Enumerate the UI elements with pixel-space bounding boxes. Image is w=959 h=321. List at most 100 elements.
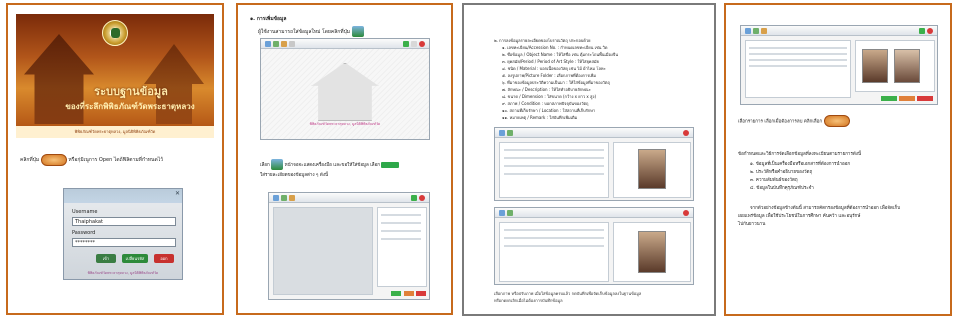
list-item: ๙. สภาพ / Condition : บอกสภาพปัจจุบันของ… — [502, 101, 589, 106]
cancel-button[interactable] — [404, 291, 414, 296]
save-icon[interactable] — [403, 41, 409, 47]
close-button[interactable] — [416, 291, 426, 296]
result-row[interactable] — [749, 65, 847, 67]
add-instruction: เลือก หน้าจอจะแสดงเครื่องมือ และขอให้ใส่… — [260, 159, 450, 181]
exit-button[interactable]: ออก — [154, 254, 174, 263]
add-icon[interactable] — [499, 210, 505, 216]
result-row[interactable] — [749, 47, 847, 49]
temple-sketch-background: พิพิธภัณฑ์วัดพระธาตุหลวง, มูลนิธิพิพิธภั… — [261, 49, 429, 139]
edit-icon[interactable] — [753, 28, 759, 34]
field-line[interactable] — [381, 238, 421, 240]
app-screenshot-form — [268, 192, 430, 300]
object-photo — [638, 149, 666, 189]
page3-footer-line1: เลือกภาพ หรือปรับภาพ เมื่อใส่ข้อมูลครบแล… — [494, 291, 642, 296]
add-icon[interactable] — [265, 41, 271, 47]
field-line[interactable] — [381, 222, 421, 224]
list-item: ๓. ความสัมพันธ์ของวัตถุ — [750, 178, 798, 183]
select-button-icon[interactable] — [823, 115, 850, 127]
object-photo — [638, 231, 666, 273]
list-item: ๔. ข้อมูลในบันทึกคุรุภัณฑ์ประจำ — [750, 186, 814, 191]
search-icon[interactable] — [289, 195, 295, 201]
list-item: ๑. เลขทะเบียน/Accession No. : กำหนดเลขทะ… — [502, 45, 608, 50]
delete-button[interactable] — [917, 96, 933, 101]
cover-title: ระบบฐานข้อมูล — [94, 85, 168, 98]
search-screenshot — [740, 25, 938, 105]
cover-subtitle: ของที่ระลึกพิพิธภัณฑ์วัดพระธาตุหลวง — [65, 102, 195, 111]
change-password-button[interactable]: เปลี่ยนรหัส — [122, 254, 148, 263]
search-icon[interactable] — [761, 28, 767, 34]
field-line[interactable] — [504, 149, 604, 151]
print-icon[interactable] — [289, 41, 295, 47]
add-icon[interactable] — [745, 28, 751, 34]
fields-panel — [377, 207, 427, 287]
search-icon[interactable] — [281, 41, 287, 47]
add-data-icon-small[interactable] — [271, 159, 284, 170]
save-icon[interactable] — [919, 28, 925, 34]
cover-footer-text: พิพิธภัณฑ์วัดพระธาตุหลวง, มูลนิธิพิพิธภั… — [74, 129, 156, 134]
field-line[interactable] — [504, 245, 604, 247]
form-right-panel — [613, 142, 691, 198]
edit-icon[interactable] — [273, 41, 279, 47]
confirm-button[interactable] — [391, 291, 401, 296]
edit-icon[interactable] — [507, 130, 513, 136]
manual-page-1: ระบบฐานข้อมูล ของที่ระลึกพิพิธภัณฑ์วัดพร… — [6, 3, 224, 315]
form-screenshot-top — [494, 127, 694, 201]
username-field[interactable]: Thaiphakat — [72, 217, 176, 226]
add-button-green[interactable] — [381, 161, 400, 168]
instruction-suffix: หรือกุ่มิเนูการ Open ไดถ้ฟิลิตามที่กำหนด… — [68, 157, 164, 163]
list-item: ๗. ลักษณะ / Description : ให้ใส่คำอธิบาย… — [502, 87, 591, 92]
exit-icon[interactable] — [927, 28, 933, 34]
add-icon[interactable] — [499, 130, 505, 136]
results-list — [745, 40, 851, 98]
list-item: ๘. ขนาด / Dimension : ใส่ขนาด (กว้าง x ย… — [502, 94, 597, 99]
list-item: ๑. ข้อมูลที่เป็นเครื่องมือหรือเอกสารที่ต… — [750, 162, 851, 167]
section-heading: ๑. การเพิ่มข้อมูล — [250, 16, 287, 22]
exit-icon[interactable] — [683, 210, 689, 216]
cancel-button[interactable] — [899, 96, 915, 101]
add-icon[interactable] — [273, 195, 279, 201]
result-row[interactable] — [749, 53, 847, 55]
open-instruction: คลิกที่ปุ่ม หรือกุ่มิเนูการ Open ไดถ้ฟิล… — [20, 154, 220, 167]
page4-caption-row: เลือกรายการ เลือกเมื่อต้องการลบ คลิกเลือ… — [738, 115, 946, 127]
field-line[interactable] — [381, 214, 421, 216]
list-item: ๒. ประวัติหรือคำอธิบายของวัตถุ — [750, 170, 813, 175]
app-toolbar — [261, 39, 429, 49]
field-line[interactable] — [504, 173, 604, 175]
mid-line1-b: หน้าจอจะแสดงเครื่องมือ และขอให้ใส่ข้อมูล… — [284, 163, 380, 168]
edit-icon[interactable] — [507, 210, 513, 216]
field-line[interactable] — [504, 237, 604, 239]
object-photo — [862, 49, 888, 83]
field-line[interactable] — [504, 157, 604, 159]
detail-panel — [855, 40, 935, 92]
manual-page-4: เลือกรายการ เลือกเมื่อต้องการลบ คลิกเลือ… — [724, 3, 952, 316]
list-item: ๑๐. สถานที่เก็บรักษา / Location : ใส่สถา… — [502, 108, 596, 113]
exit-icon[interactable] — [419, 41, 425, 47]
list-item: ๓. ยุคสมัย/Period / Period of Art Style … — [502, 59, 599, 64]
page4-para2-line2: เผยแพร่ข้อมูล เพื่อใช้ประโยชน์ในการศึกษา… — [738, 214, 861, 219]
list-item: ๒. ชื่อข้อมูล / Object Name : ให้ใส่ชื่อ… — [502, 52, 618, 57]
form-toolbar — [269, 193, 429, 203]
field-line[interactable] — [381, 230, 421, 232]
list-intro: ๒. การลงข้อมูลรายละเอียดของโบราณวัตถุ ปร… — [494, 38, 591, 43]
form-screenshot-bottom — [494, 207, 694, 285]
field-line[interactable] — [504, 165, 604, 167]
exit-icon[interactable] — [419, 195, 425, 201]
settings-icon[interactable] — [411, 41, 417, 47]
subheading-text: ผู้ใช้งานสามารถใส่ข้อมูลใหม่ โดยคลิกที่ป… — [258, 29, 351, 35]
result-row[interactable] — [749, 59, 847, 61]
password-field[interactable]: ******** — [72, 238, 176, 247]
add-data-icon[interactable] — [351, 26, 364, 37]
add-data-section: ๑. การเพิ่มข้อมูล ผู้ใช้งานสามารถใส่ข้อม… — [250, 15, 364, 37]
exit-icon[interactable] — [683, 130, 689, 136]
edit-button[interactable] — [881, 96, 897, 101]
page3-footer-line2: หรือกดยกเลิกเมื่อไม่ต้องการบันทึกข้อมูล — [494, 298, 563, 303]
save-icon[interactable] — [411, 195, 417, 201]
login-button[interactable]: เข้า — [96, 254, 116, 263]
field-line[interactable] — [504, 229, 604, 231]
museum-seal-logo — [102, 20, 128, 46]
open-button-icon[interactable] — [40, 154, 67, 166]
screen-caption: พิพิธภัณฑ์วัดพระธาตุหลวง, มูลนิธิพิพิธภั… — [309, 122, 381, 126]
edit-icon[interactable] — [281, 195, 287, 201]
login-footer: พิพิธภัณฑ์วัดพระธาตุหลวง, มูลนิธิพิพิธภั… — [87, 271, 159, 275]
form-left-panel — [499, 222, 609, 282]
